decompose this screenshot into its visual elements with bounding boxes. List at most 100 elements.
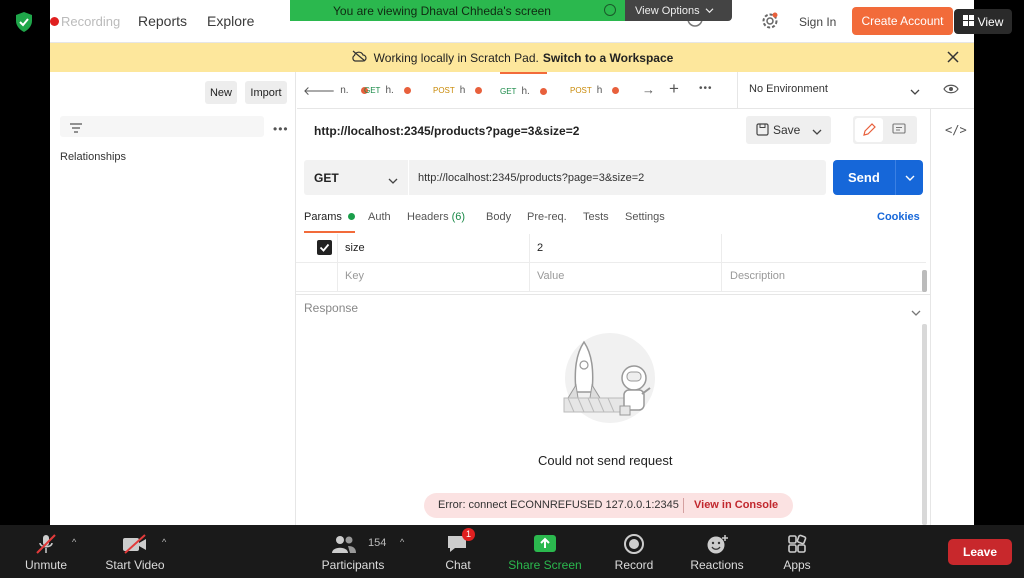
environment-select[interactable]: No Environment [737,72,927,108]
request-title: http://localhost:2345/products?page=3&si… [314,124,580,138]
response-label: Response [304,301,359,315]
empty-response-message: Could not send request [538,453,673,468]
video-options-chevron-icon[interactable]: ^ [162,537,166,547]
filter-icon[interactable] [70,121,82,139]
tab-2[interactable]: GET h. [364,72,411,108]
key-placeholder[interactable]: Key [345,270,364,282]
param-value[interactable]: 2 [537,242,543,254]
tab-prereq[interactable]: Pre-req. [527,211,567,223]
save-chevron-down-icon[interactable] [812,125,822,139]
response-scrollbar[interactable] [922,324,927,525]
viewing-screen-banner: You are viewing Dhaval Chheda's screen [290,0,625,21]
edit-comment-toggle [853,116,917,144]
tabs-more-icon[interactable]: ••• [699,83,713,94]
code-icon[interactable]: </> [945,123,967,137]
status-circle-icon [604,4,616,16]
tab-headers[interactable]: Headers (6) [407,211,465,223]
column-divider [337,234,338,292]
error-message: Error: connect ECONNREFUSED 127.0.0.1:23… [424,493,793,518]
value-placeholder[interactable]: Value [537,270,564,282]
leave-meeting-button[interactable]: Leave [948,539,1012,565]
sign-in-link[interactable]: Sign In [799,15,836,29]
participants-button[interactable]: 154 Participants [314,525,392,578]
start-video-button[interactable]: Start Video [100,525,170,578]
send-chevron-down-icon[interactable] [895,160,923,195]
reactions-button[interactable]: Reactions [684,525,750,578]
share-screen-button[interactable]: Share Screen [504,525,586,578]
new-button[interactable]: New [205,81,237,104]
error-divider [683,498,684,513]
save-disk-icon [756,123,769,139]
record-icon [621,534,647,554]
zoom-meeting-controls: Unmute ^ Start Video ^ 154 Participants … [0,525,1024,578]
rocket-astronaut-illustration [554,330,664,430]
param-key[interactable]: size [345,242,365,254]
method-chevron-down-icon [388,174,398,188]
unsaved-dot [612,86,620,94]
view-options-button[interactable]: View Options [625,0,732,21]
participants-chevron-icon[interactable]: ^ [400,537,404,547]
right-panel: </> [930,109,974,525]
create-account-button[interactable]: Create Account [852,7,953,35]
description-placeholder[interactable]: Description [730,270,785,282]
tab-tests[interactable]: Tests [583,211,609,223]
apps-icon [784,534,810,554]
settings-gear-icon[interactable] [761,12,779,30]
explore-link[interactable]: Explore [207,13,254,29]
sidebar-more-icon[interactable]: ••• [273,122,289,136]
tab-body[interactable]: Body [486,211,511,223]
scrollbar[interactable] [922,270,927,292]
cookies-link[interactable]: Cookies [877,211,920,223]
tab-3[interactable]: POST h [433,72,483,108]
import-button[interactable]: Import [245,81,287,104]
table-row: size 2 [296,234,926,263]
sidebar: New Import ••• Relationships [50,72,296,525]
participants-count: 154 [368,537,387,549]
share-screen-icon [532,534,558,554]
apps-button[interactable]: Apps [772,525,822,578]
response-chevron-down-icon[interactable] [911,304,921,322]
switch-workspace-link[interactable]: Switch to a Workspace [543,51,673,65]
shield-icon [14,11,34,33]
arrow-right-icon[interactable]: → [642,82,655,97]
new-tab-plus-icon[interactable]: + [669,79,679,99]
tab-1[interactable]: 🡐 n. [303,72,368,108]
unmute-button[interactable]: Unmute [16,525,76,578]
tab-auth[interactable]: Auth [368,211,391,223]
request-tabs-bar: 🡐 n. GET h. POST h GET h. POST h → + ••• No E… [297,72,974,109]
tab-settings[interactable]: Settings [625,211,665,223]
method-select[interactable]: GET [304,160,408,195]
pencil-icon[interactable] [855,118,883,142]
reports-link[interactable]: Reports [138,13,187,29]
tab-params[interactable]: Params [304,211,355,233]
sidebar-item-relationships[interactable]: Relationships [60,151,126,163]
recording-indicator: Recording [50,13,120,29]
save-button[interactable]: Save [746,116,831,144]
params-table: size 2 Key Value Description [296,234,927,294]
participants-icon [331,534,357,554]
filter-input[interactable] [60,116,264,137]
url-input[interactable]: http://localhost:2345/products?page=3&si… [409,160,826,195]
comment-icon[interactable] [892,123,906,141]
audio-options-chevron-icon[interactable]: ^ [72,537,76,547]
zoom-view-button[interactable]: View [954,9,1012,34]
record-button[interactable]: Record [606,525,662,578]
cloud-off-icon [351,50,367,65]
reactions-smiley-icon [704,534,730,554]
send-button[interactable]: Send [833,160,923,195]
tab-4-active[interactable]: GET h. [500,72,547,108]
scratch-pad-banner: Working locally in Scratch Pad. Switch t… [50,43,974,72]
chevron-down-icon [910,83,920,101]
close-icon[interactable] [947,51,959,63]
postman-app: Recording Reports Explore Sign In Create… [50,0,974,525]
arrow-left-icon: 🡐 [303,83,336,98]
param-checkbox[interactable] [317,240,332,255]
tab-5[interactable]: POST h [570,72,620,108]
view-in-console-link[interactable]: View in Console [694,499,778,511]
unsaved-dot [403,86,411,94]
eye-icon[interactable] [943,82,959,100]
grid-view-icon [962,14,974,29]
chat-button[interactable]: 1 Chat [436,525,480,578]
video-off-icon [122,534,148,554]
muted-microphone-icon [33,534,59,554]
